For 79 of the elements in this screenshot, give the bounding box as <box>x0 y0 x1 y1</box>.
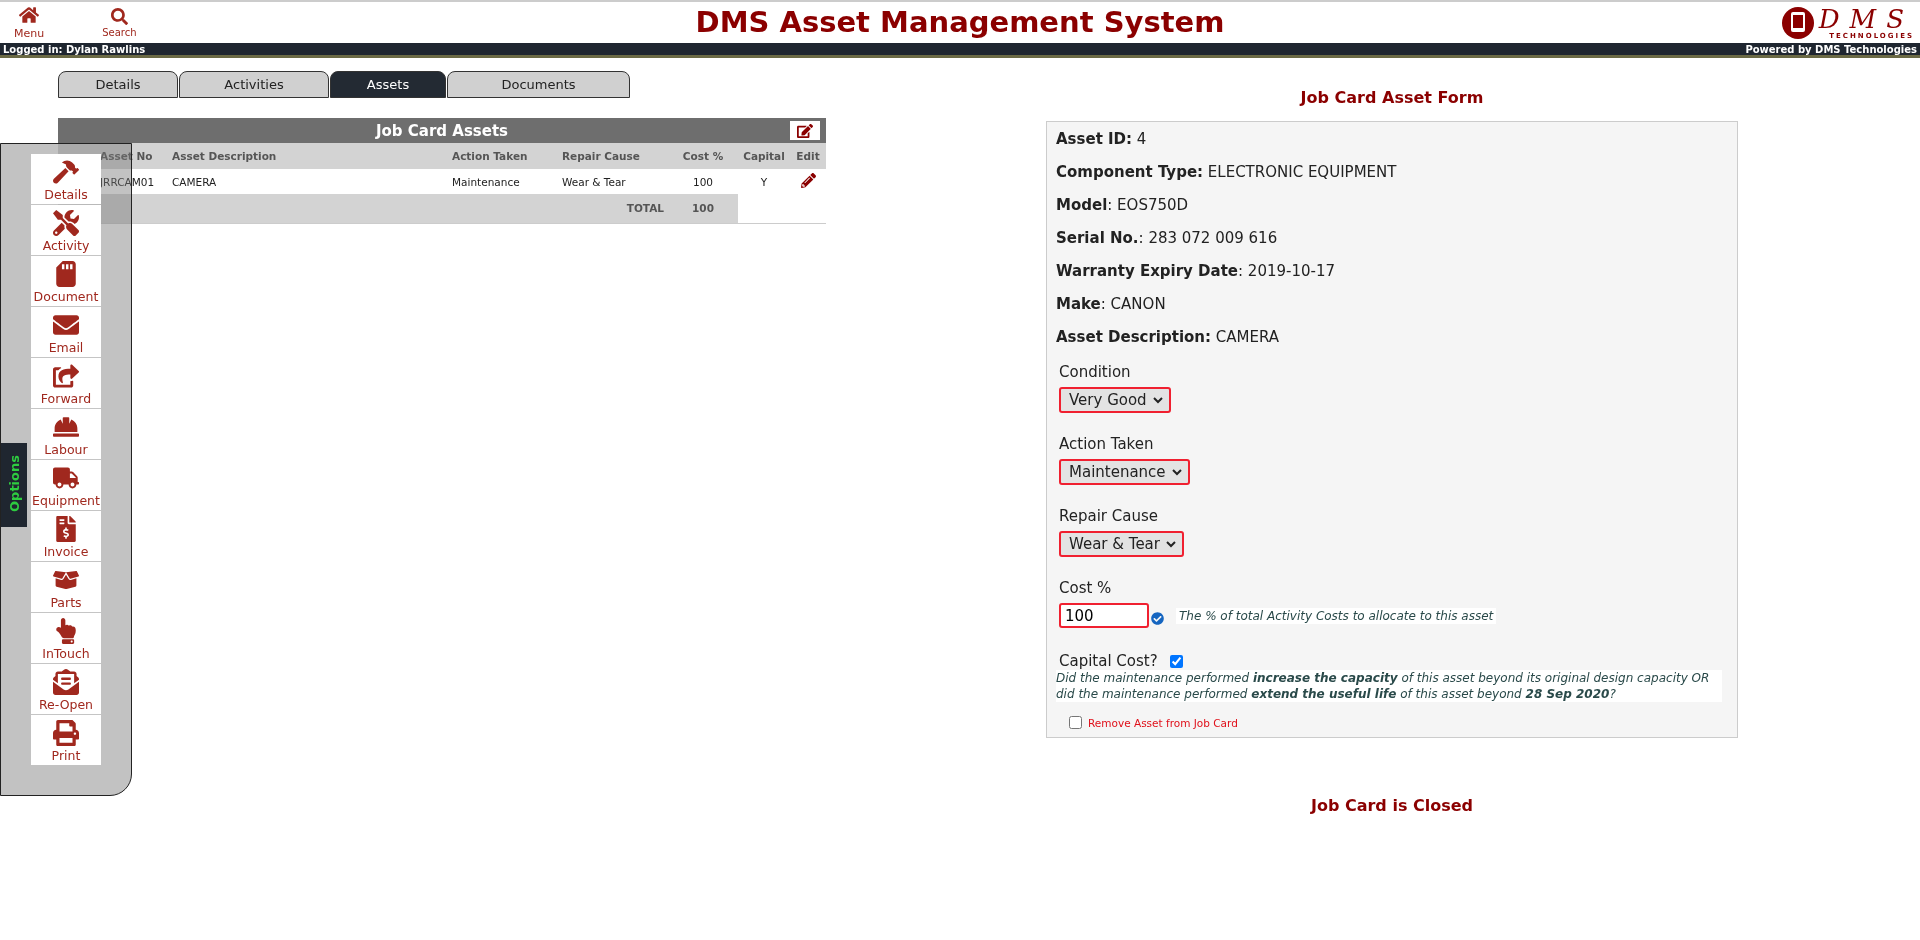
chevron-icon <box>1166 540 1176 548</box>
status-message: Job Card is Closed <box>1309 796 1474 815</box>
hint-text: The % of total Activity Costs to allocate to this asset <box>1176 607 1497 624</box>
option-button[interactable]: Details <box>31 154 101 204</box>
tools-icon <box>53 210 79 236</box>
column-header: Repair Cause <box>558 143 668 169</box>
hammer-icon <box>53 159 79 185</box>
cost-input[interactable]: 100 <box>1059 603 1149 628</box>
column-header: Capital <box>738 143 790 169</box>
hard-hat-icon <box>53 414 79 440</box>
column-header: Action Taken <box>448 143 558 169</box>
option-button[interactable]: Labour <box>31 409 101 459</box>
tab[interactable]: Assets <box>330 71 446 98</box>
app-title: DMS Asset Management System <box>695 5 1225 39</box>
chevron-icon <box>1152 396 1163 404</box>
add-asset-button[interactable] <box>790 121 820 140</box>
edit-button[interactable] <box>800 173 816 188</box>
asset-detail: Warranty Expiry Date: 2019-10-17 <box>1056 262 1335 280</box>
option-button[interactable]: Equipment <box>31 460 101 510</box>
search-icon <box>110 7 128 25</box>
column-header: Cost % <box>668 143 738 169</box>
capital-note: Did the maintenance performed increase the capacity of this asset beyond its original design capacity OR did the maintenance performed extend the useful life of this asset beyond 28 Sep 2020? <box>1056 670 1722 702</box>
dropdown[interactable]: Maintenance <box>1059 459 1190 485</box>
asset-detail: Asset ID: 4 <box>1056 130 1147 148</box>
logo-wordmark: DMS <box>1818 5 1914 32</box>
asset-detail: Component Type: ELECTRONIC EQUIPMENT <box>1056 163 1397 181</box>
search-button[interactable]: Search <box>102 7 137 38</box>
option-button[interactable]: Print <box>31 715 101 765</box>
table-cell: Wear & Tear <box>558 169 668 194</box>
truck-icon <box>53 465 79 491</box>
option-button[interactable]: Document <box>31 256 101 306</box>
asset-detail: Model: EOS750D <box>1056 196 1189 214</box>
asset-detail: Serial No.: 283 072 009 616 <box>1056 229 1278 247</box>
option-button[interactable]: Re-Open <box>31 664 101 714</box>
table-cell: Maintenance <box>448 169 558 194</box>
options-tab[interactable]: Options <box>1 443 27 527</box>
dropdown[interactable]: Wear & Tear <box>1059 531 1184 557</box>
option-button[interactable]: Parts <box>31 562 101 612</box>
form-title: Job Card Asset Form <box>1298 88 1485 107</box>
remove-checkbox[interactable] <box>1069 716 1082 729</box>
invoice-icon <box>53 516 79 542</box>
field-label: Capital Cost? <box>1059 652 1158 670</box>
option-button[interactable]: Email <box>31 307 101 357</box>
column-header: Asset Description <box>168 143 448 169</box>
field-label: Condition <box>1059 363 1131 381</box>
asset-detail: Asset Description: CAMERA <box>1056 328 1280 346</box>
dropdown[interactable]: Very Good <box>1059 387 1171 413</box>
option-button[interactable]: Activity <box>31 205 101 255</box>
chevron-icon <box>1171 468 1182 476</box>
envelope-icon <box>53 312 79 338</box>
asset-detail: Make: CANON <box>1056 295 1166 313</box>
option-button[interactable]: Invoice <box>31 511 101 561</box>
option-button[interactable]: InTouch <box>31 613 101 663</box>
tab[interactable]: Details <box>58 71 178 98</box>
capital-checkbox[interactable] <box>1169 654 1183 668</box>
open-envelope-icon <box>53 669 79 695</box>
menu-button[interactable]: Menu <box>14 5 45 40</box>
tab[interactable]: Documents <box>447 71 630 98</box>
tab[interactable]: Activities <box>179 71 329 98</box>
option-button[interactable]: Forward <box>31 358 101 408</box>
field-label: Cost % <box>1059 579 1112 597</box>
powered-by-text: Powered by DMS Technologies <box>1745 43 1917 55</box>
remove-label: Remove Asset from Job Card <box>1088 716 1238 729</box>
pointing-hand-icon <box>53 618 79 644</box>
logged-in-text: Logged in: Dylan Rawlins <box>3 43 146 55</box>
total-value: 100 <box>668 194 738 223</box>
table-cell: 100 <box>668 169 738 194</box>
share-icon <box>53 363 79 389</box>
field-label: Repair Cause <box>1059 507 1158 525</box>
memory-card-icon <box>53 261 79 287</box>
table-cell: Y <box>738 169 790 194</box>
field-label: Action Taken <box>1059 435 1154 453</box>
table-cell: CAMERA <box>168 169 448 194</box>
home-icon <box>19 5 40 25</box>
pencil-icon <box>800 173 816 188</box>
table-title: Job Card Assets <box>375 121 509 140</box>
column-header: Edit <box>790 143 826 169</box>
printer-icon <box>53 720 79 746</box>
edit-note-icon <box>797 122 813 139</box>
